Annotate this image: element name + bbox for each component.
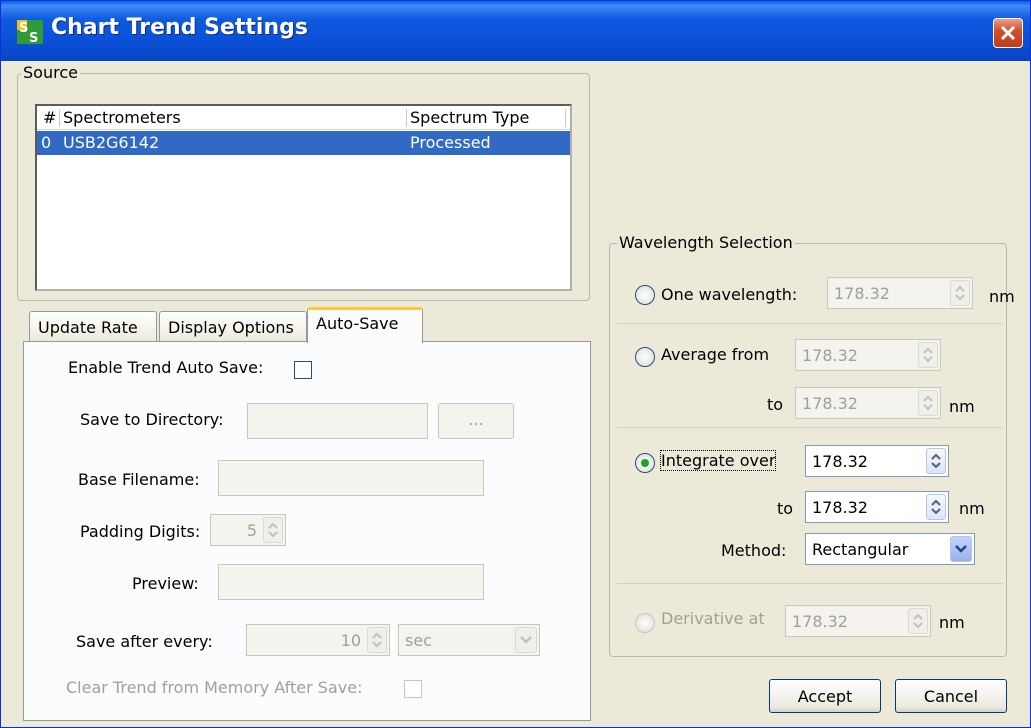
auto-save-panel: Enable Trend Auto Save: Save to Director… xyxy=(23,341,591,721)
close-icon xyxy=(1000,25,1016,41)
save-every-spinner[interactable]: 10 xyxy=(246,624,390,656)
row-number: 0 xyxy=(41,133,52,152)
average-to-value: 178.32 xyxy=(802,394,858,413)
accept-label: Accept xyxy=(797,687,853,706)
average-from-label: Average from xyxy=(661,345,770,364)
base-filename-label: Base Filename: xyxy=(78,470,200,489)
row-spectrum-type: Processed xyxy=(410,133,491,152)
radio-selected-dot xyxy=(641,459,649,467)
tab-update-rate[interactable]: Update Rate xyxy=(29,311,157,343)
tab-display-options[interactable]: Display Options xyxy=(159,311,307,343)
wavelength-legend: Wavelength Selection xyxy=(617,233,795,252)
tab-label: Update Rate xyxy=(38,318,138,337)
spinner-arrows-icon[interactable] xyxy=(926,448,946,474)
derivative-at-spinner[interactable]: 178.32 xyxy=(785,605,931,637)
integrate-from-value: 178.32 xyxy=(812,452,868,471)
average-to-label: to xyxy=(767,395,784,414)
preview-field[interactable] xyxy=(218,564,484,600)
spectrasuite-app-icon: S S xyxy=(17,20,43,44)
spectrometer-table[interactable]: # Spectrometers Spectrum Type 0 USB2G614… xyxy=(35,104,572,291)
column-divider[interactable] xyxy=(59,109,60,127)
save-directory-field[interactable] xyxy=(247,403,428,439)
method-value: Rectangular xyxy=(812,540,909,559)
unit-label: nm xyxy=(989,287,1015,306)
column-divider[interactable] xyxy=(565,109,566,127)
table-row[interactable]: 0 USB2G6142 Processed xyxy=(37,131,570,155)
divider xyxy=(617,323,1003,324)
enable-auto-save-label: Enable Trend Auto Save: xyxy=(68,358,264,377)
integrate-to-spinner[interactable]: 178.32 xyxy=(805,491,949,523)
cancel-button[interactable]: Cancel xyxy=(895,679,1007,713)
cancel-label: Cancel xyxy=(923,687,979,706)
column-header-number[interactable]: # xyxy=(43,108,56,127)
method-select[interactable]: Rectangular xyxy=(805,533,975,565)
one-wavelength-value: 178.32 xyxy=(834,284,890,303)
method-label: Method: xyxy=(721,541,787,560)
integrate-to-label: to xyxy=(777,499,794,518)
column-header-spectrometers[interactable]: Spectrometers xyxy=(63,108,181,127)
browse-label: ... xyxy=(468,410,484,429)
unit-label: nm xyxy=(949,397,975,416)
average-from-spinner[interactable]: 178.32 xyxy=(795,339,941,371)
close-button[interactable] xyxy=(993,18,1023,48)
average-from-value: 178.32 xyxy=(802,346,858,365)
divider xyxy=(617,427,1003,428)
column-divider[interactable] xyxy=(406,109,407,127)
derivative-at-radio[interactable] xyxy=(635,613,655,633)
tab-label: Auto-Save xyxy=(316,314,399,333)
spinner-arrows-icon[interactable] xyxy=(918,390,938,416)
spinner-arrows-icon[interactable] xyxy=(908,608,928,634)
integrate-over-radio[interactable] xyxy=(635,453,655,473)
chart-trend-settings-dialog: S S Chart Trend Settings Source # Spectr… xyxy=(0,0,1031,728)
integrate-to-value: 178.32 xyxy=(812,498,868,517)
browse-directory-button[interactable]: ... xyxy=(438,403,514,439)
source-legend: Source xyxy=(21,63,80,82)
accept-button[interactable]: Accept xyxy=(769,679,881,713)
enable-auto-save-checkbox[interactable] xyxy=(294,361,312,379)
window-title: Chart Trend Settings xyxy=(51,15,308,40)
spinner-arrows-icon[interactable] xyxy=(926,494,946,520)
padding-digits-label: Padding Digits: xyxy=(80,522,201,541)
chevron-down-icon[interactable] xyxy=(515,627,537,653)
clear-trend-checkbox[interactable] xyxy=(404,680,422,698)
time-unit-select[interactable]: sec xyxy=(398,624,540,656)
average-from-radio[interactable] xyxy=(635,347,655,367)
unit-label: nm xyxy=(939,613,965,632)
clear-trend-label: Clear Trend from Memory After Save: xyxy=(66,678,363,697)
derivative-at-value: 178.32 xyxy=(792,612,848,631)
time-unit-value: sec xyxy=(405,631,432,650)
tab-auto-save[interactable]: Auto-Save xyxy=(307,307,423,343)
svg-text:S: S xyxy=(19,21,28,36)
padding-digits-value: 5 xyxy=(246,521,257,540)
row-spectrometer: USB2G6142 xyxy=(63,133,160,152)
spinner-arrows-icon[interactable] xyxy=(918,342,938,368)
spinner-arrows-icon[interactable] xyxy=(950,280,970,306)
unit-label: nm xyxy=(959,499,985,518)
integrate-over-label: Integrate over xyxy=(659,450,777,471)
preview-label: Preview: xyxy=(132,574,199,593)
column-header-spectrum-type[interactable]: Spectrum Type xyxy=(410,108,529,127)
save-every-label: Save after every: xyxy=(76,632,213,651)
integrate-from-spinner[interactable]: 178.32 xyxy=(805,445,949,477)
one-wavelength-spinner[interactable]: 178.32 xyxy=(827,277,973,309)
divider xyxy=(617,583,1003,584)
svg-text:S: S xyxy=(29,31,38,44)
spinner-arrows-icon[interactable] xyxy=(263,517,283,543)
one-wavelength-label: One wavelength: xyxy=(661,285,798,304)
spinner-arrows-icon[interactable] xyxy=(367,627,387,653)
save-every-value: 10 xyxy=(340,631,361,650)
base-filename-field[interactable] xyxy=(218,460,484,496)
average-to-spinner[interactable]: 178.32 xyxy=(795,387,941,419)
save-directory-label: Save to Directory: xyxy=(80,410,224,429)
chevron-down-icon[interactable] xyxy=(950,536,972,562)
table-header: # Spectrometers Spectrum Type xyxy=(37,106,570,130)
title-bar[interactable]: S S Chart Trend Settings xyxy=(1,1,1030,61)
one-wavelength-radio[interactable] xyxy=(635,285,655,305)
padding-digits-spinner[interactable]: 5 xyxy=(210,514,286,546)
derivative-at-label: Derivative at xyxy=(661,609,765,628)
tab-label: Display Options xyxy=(168,318,294,337)
